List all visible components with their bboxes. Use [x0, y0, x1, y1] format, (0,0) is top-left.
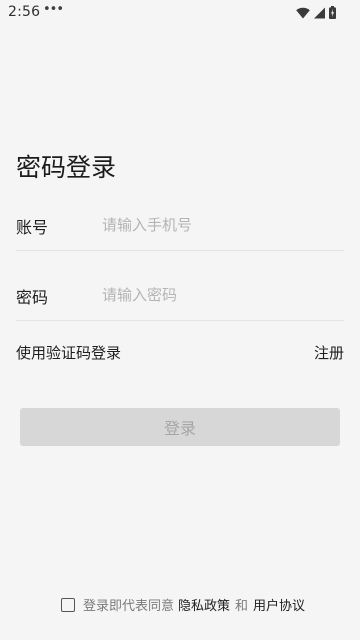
account-input[interactable] [102, 210, 342, 240]
notification-dots-icon: ••• [43, 2, 64, 17]
sms-login-link[interactable]: 使用验证码登录 [16, 342, 121, 363]
account-label: 账号 [16, 218, 49, 237]
login-button[interactable]: 登录 [20, 408, 340, 446]
battery-icon [329, 6, 336, 19]
signal-icon [314, 7, 325, 19]
status-time: 2:56 [8, 4, 41, 20]
password-input[interactable] [102, 280, 342, 310]
account-row: 账号 [16, 202, 344, 251]
wifi-icon [296, 7, 310, 19]
status-bar: 2:56 ••• [0, 0, 360, 24]
agreement-row: 登录即代表同意 隐私政策 和 用户协议 [60, 595, 305, 614]
agreement-checkbox[interactable] [61, 597, 75, 612]
agreement-prefix: 登录即代表同意 [83, 599, 175, 614]
register-link[interactable]: 注册 [314, 342, 344, 363]
user-agreement-link[interactable]: 用户协议 [253, 595, 305, 614]
agreement-conjunction: 和 [235, 599, 249, 614]
password-row: 密码 [16, 272, 344, 321]
password-label: 密码 [16, 288, 49, 307]
status-icons [296, 6, 336, 19]
page-title: 密码登录 [16, 153, 117, 182]
privacy-policy-link[interactable]: 隐私政策 [178, 595, 230, 614]
